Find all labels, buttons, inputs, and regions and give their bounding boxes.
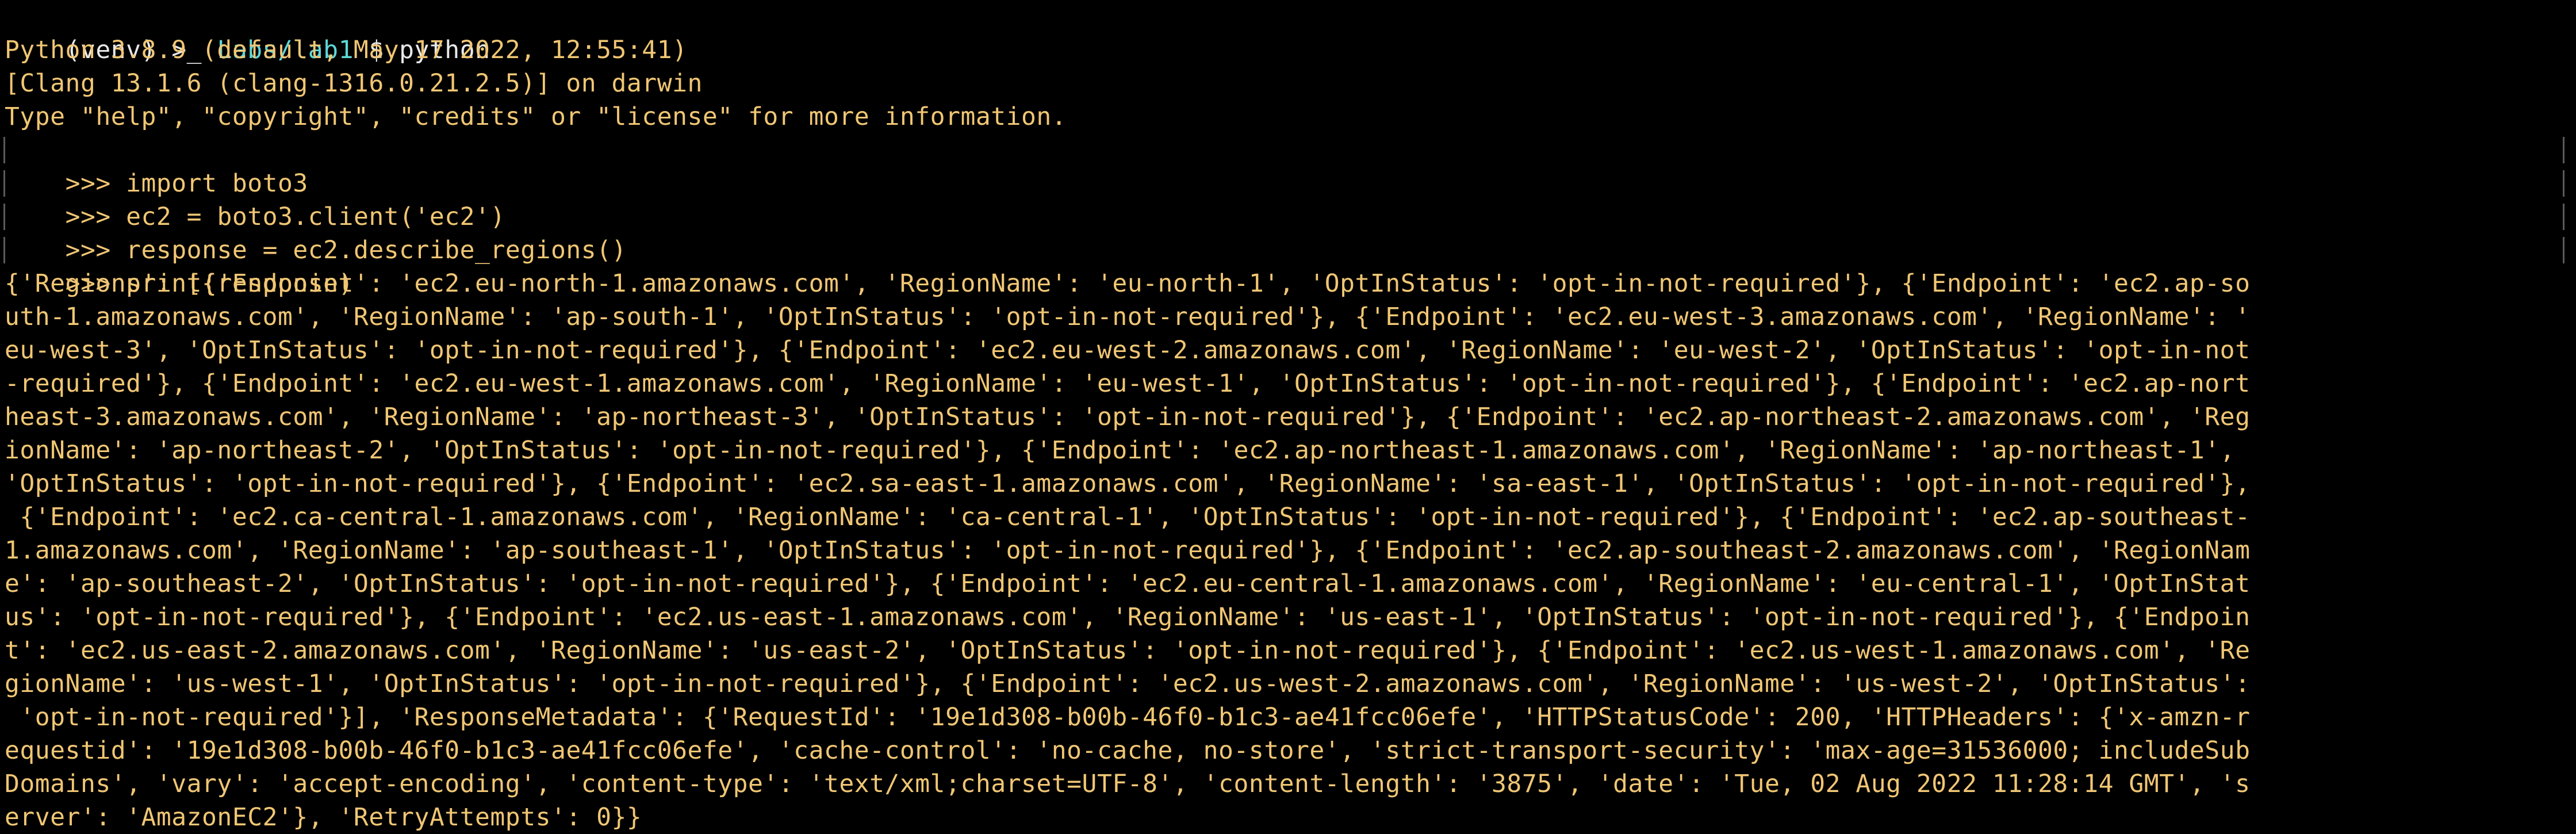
output-line: gionName': 'us-west-1', 'OptInStatus': '…: [5, 670, 2251, 698]
output-line: 1.amazonaws.com', 'RegionName': 'ap-sout…: [5, 536, 2251, 565]
output-line: ionName': 'ap-northeast-2', 'OptInStatus…: [5, 436, 2236, 465]
output-line: -required'}, {'Endpoint': 'ec2.eu-west-1…: [5, 369, 2251, 398]
output-line: e': 'ap-southeast-2', 'OptInStatus': 'op…: [5, 569, 2251, 598]
output-line: equestid': '19e1d308-b00b-46f0-b1c3-ae41…: [5, 736, 2251, 765]
banner-line: [Clang 13.1.6 (clang-1316.0.21.2.5)] on …: [5, 69, 703, 98]
output-line: {'Endpoint': 'ec2.ca-central-1.amazonaws…: [5, 503, 2251, 531]
repl-input-line: >>> ec2 = boto3.client('ec2'): [3, 167, 2576, 231]
output-line: us': 'opt-in-not-required'}, {'Endpoint'…: [5, 603, 2251, 632]
output-line: 'OptInStatus': 'opt-in-not-required'}, {…: [5, 469, 2251, 498]
repl-input-line: >>> print(response): [3, 234, 2576, 298]
banner-line: Python 3.8.9 (default, May 17 2022, 12:5…: [5, 36, 688, 64]
output-line: Domains', 'vary': 'accept-encoding', 'co…: [5, 770, 2251, 798]
output-line: heast-3.amazonaws.com', 'RegionName': 'a…: [5, 403, 2251, 431]
output-line: erver': 'AmazonEC2'}, 'RetryAttempts': 0…: [5, 803, 642, 832]
output-line: t': 'ec2.us-east-2.amazonaws.com', 'Regi…: [5, 636, 2251, 665]
output-line: 'opt-in-not-required'}], 'ResponseMetada…: [5, 703, 2251, 732]
output-line: eu-west-3', 'OptInStatus': 'opt-in-not-r…: [5, 336, 2251, 365]
banner-line: Type "help", "copyright", "credits" or "…: [5, 102, 1067, 131]
output-line: uth-1.amazonaws.com', 'RegionName': 'ap-…: [5, 303, 2251, 331]
shell-prompt-line: (venv) >_ Labs/lab1 $ python: [5, 0, 2576, 64]
repl-input-line: >>> import boto3: [3, 133, 2576, 198]
output-line: {'Regions': [{'Endpoint': 'ec2.eu-north-…: [5, 269, 2251, 298]
repl-input-line: >>> response = ec2.describe_regions(): [3, 200, 2576, 265]
terminal-window[interactable]: (venv) >_ Labs/lab1 $ python Python 3.8.…: [0, 0, 2576, 834]
